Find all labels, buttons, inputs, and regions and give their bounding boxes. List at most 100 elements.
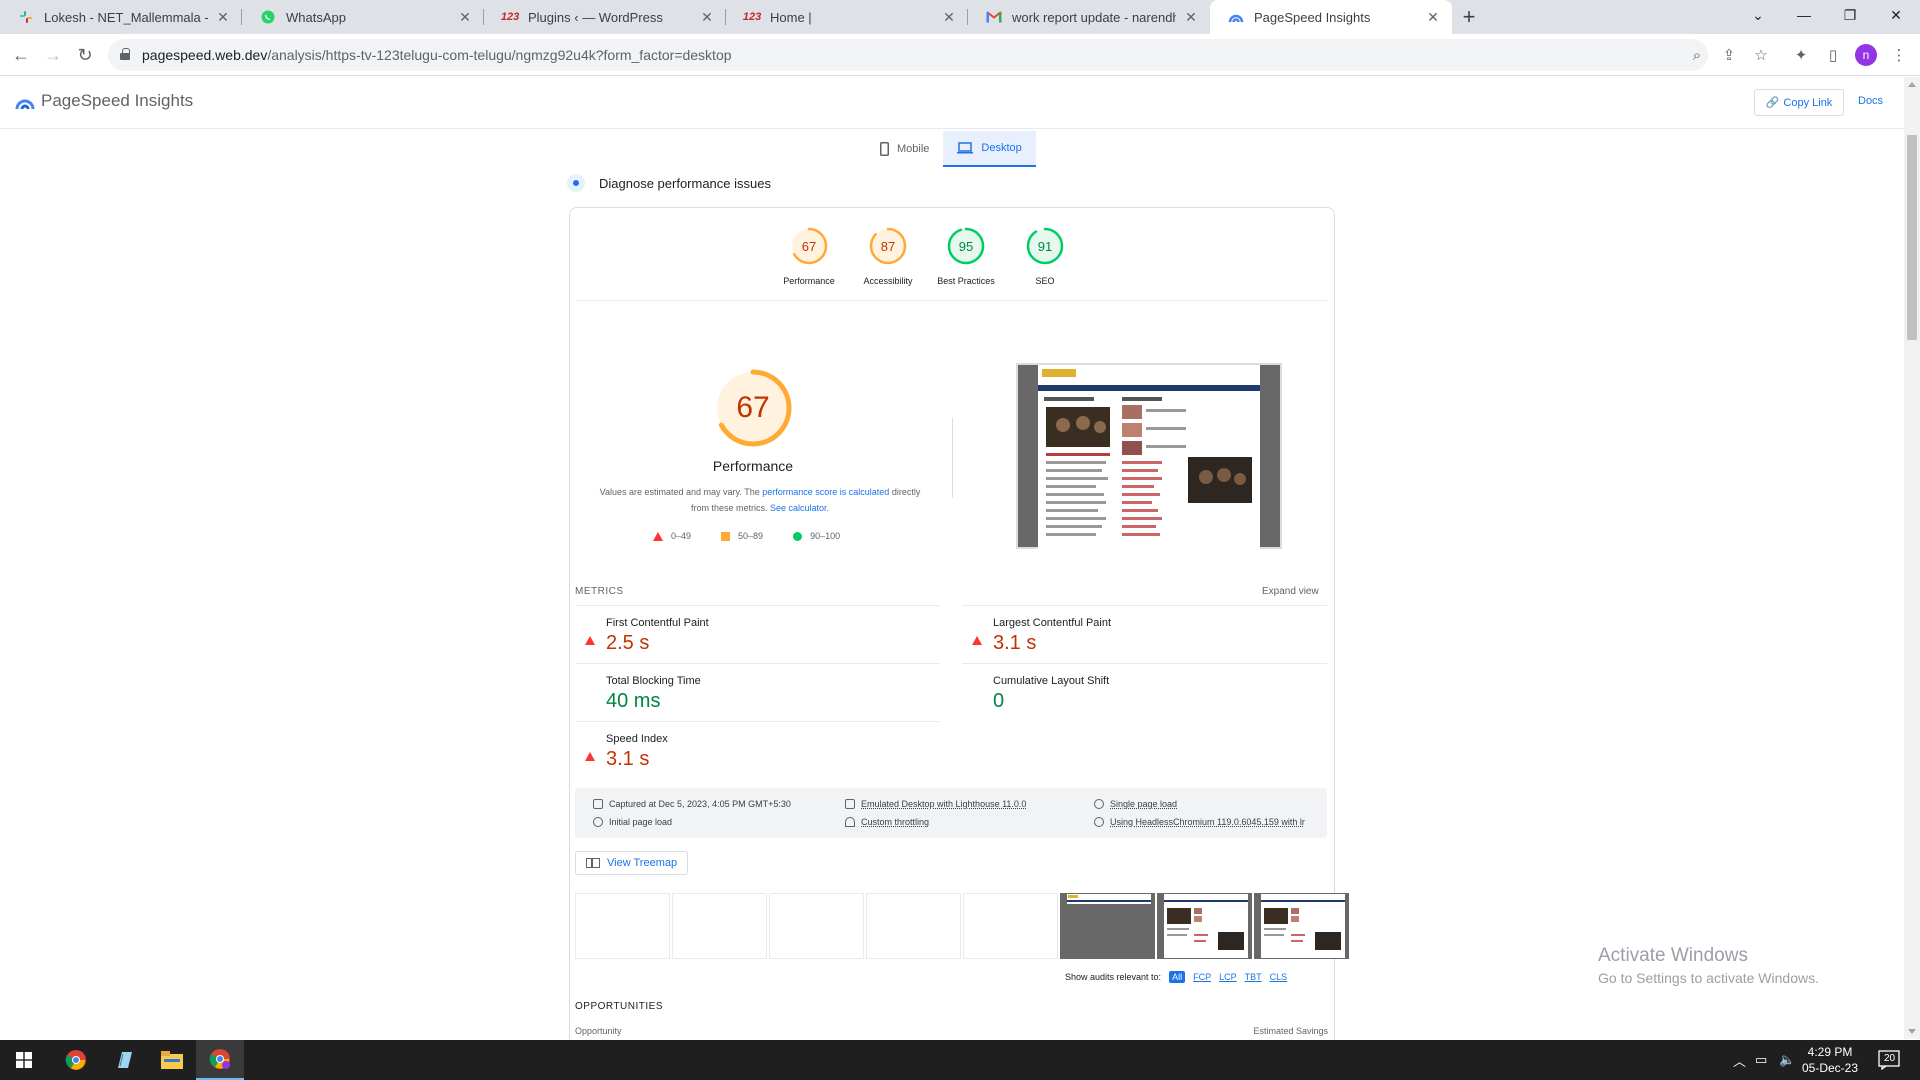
taskbar-clock[interactable]: 4:29 PM 05-Dec-23 bbox=[1800, 1044, 1860, 1076]
close-tab-icon[interactable]: ✕ bbox=[1182, 9, 1200, 26]
score-calculated-link[interactable]: performance score is calculated bbox=[762, 487, 889, 497]
browser-tab-slack[interactable]: Lokesh - NET_Mallemmala - Slac ✕ bbox=[0, 0, 242, 34]
filter-all[interactable]: All bbox=[1169, 971, 1186, 983]
throttling[interactable]: Custom throttling bbox=[845, 817, 929, 827]
tray-chevron-icon[interactable]: ︿ bbox=[1733, 1040, 1746, 1080]
activate-windows-watermark: Activate Windows Go to Settings to activ… bbox=[1598, 945, 1819, 986]
audit-filter-bar: Show audits relevant to: All FCP LCP TBT… bbox=[1065, 971, 1288, 983]
tab-desktop[interactable]: Desktop bbox=[943, 131, 1036, 167]
back-icon[interactable]: ← bbox=[6, 40, 36, 70]
filmstrip-frame bbox=[769, 893, 864, 959]
estimated-savings-column-header: Estimated Savings bbox=[1253, 1026, 1328, 1036]
device-tabs: Mobile Desktop bbox=[866, 131, 1036, 167]
bookmark-star-icon[interactable]: ☆ bbox=[1746, 40, 1776, 70]
performance-big-gauge: 67 bbox=[713, 368, 793, 448]
windows-start-icon[interactable] bbox=[0, 1040, 48, 1080]
filter-tbt[interactable]: TBT bbox=[1245, 972, 1262, 982]
page-scrollbar[interactable] bbox=[1904, 77, 1920, 1039]
forward-icon[interactable]: → bbox=[38, 40, 68, 70]
close-tab-icon[interactable]: ✕ bbox=[698, 9, 716, 26]
page-title: PageSpeed Insights bbox=[41, 91, 194, 110]
browser-tab-home[interactable]: 123 Home | ✕ bbox=[726, 0, 968, 34]
lock-icon bbox=[120, 48, 130, 60]
close-tab-icon[interactable]: ✕ bbox=[214, 9, 232, 26]
zoom-icon[interactable]: ⌕ bbox=[1682, 40, 1712, 70]
new-tab-icon[interactable]: + bbox=[1452, 0, 1486, 34]
divider bbox=[952, 418, 953, 498]
network-icon[interactable]: ▭ bbox=[1755, 1040, 1767, 1080]
site-123-icon: 123 bbox=[742, 11, 762, 23]
side-panel-icon[interactable]: ▯ bbox=[1818, 40, 1848, 70]
close-tab-icon[interactable]: ✕ bbox=[456, 9, 474, 26]
notifications-icon[interactable]: 20 bbox=[1878, 1040, 1900, 1080]
performance-label: Performance bbox=[712, 458, 794, 474]
scroll-up-icon[interactable] bbox=[1908, 82, 1916, 87]
volume-icon[interactable]: 🔈 bbox=[1779, 1040, 1795, 1080]
extensions-icon[interactable]: ✦ bbox=[1786, 40, 1816, 70]
diagnose-heading: Diagnose performance issues bbox=[567, 174, 771, 192]
psi-header: PageSpeed Insights 🔗 Copy Link Docs bbox=[0, 77, 1904, 129]
browser-tab-gmail[interactable]: work report update - narendhar ✕ bbox=[968, 0, 1210, 34]
tab-search-icon[interactable]: ⌄ bbox=[1735, 0, 1781, 30]
captured-at: Captured at Dec 5, 2023, 4:05 PM GMT+5:3… bbox=[593, 799, 791, 809]
tab-title: work report update - narendhar bbox=[1012, 9, 1176, 25]
filter-cls[interactable]: CLS bbox=[1270, 972, 1288, 982]
score-note: Values are estimated and may vary. The p… bbox=[599, 487, 921, 513]
tab-title: WhatsApp bbox=[286, 9, 346, 25]
share-icon[interactable]: ⇪ bbox=[1714, 40, 1744, 70]
notepad-taskbar-icon[interactable] bbox=[100, 1040, 148, 1080]
metric-lcp: Largest Contentful Paint 3.1 s bbox=[962, 605, 1327, 663]
chrome-taskbar-icon[interactable] bbox=[52, 1040, 100, 1080]
filter-fcp[interactable]: FCP bbox=[1193, 972, 1211, 982]
file-explorer-taskbar-icon[interactable] bbox=[148, 1040, 196, 1080]
copy-link-button[interactable]: 🔗 Copy Link bbox=[1754, 89, 1844, 116]
site-123-icon: 123 bbox=[500, 11, 520, 23]
browser-toolbar: ← → ↻ pagespeed.web.dev/analysis/https-t… bbox=[0, 34, 1920, 76]
scroll-down-icon[interactable] bbox=[1908, 1029, 1916, 1034]
fail-triangle-icon bbox=[585, 619, 595, 645]
view-treemap-button[interactable]: View Treemap bbox=[575, 851, 689, 875]
url-text: pagespeed.web.dev/analysis/https-tv-123t… bbox=[142, 47, 732, 63]
address-bar[interactable]: pagespeed.web.dev/analysis/https-tv-123t… bbox=[108, 39, 1708, 71]
run-info-panel: Captured at Dec 5, 2023, 4:05 PM GMT+5:3… bbox=[575, 788, 1327, 838]
docs-link[interactable]: Docs bbox=[1858, 95, 1883, 107]
see-calculator-link[interactable]: See calculator. bbox=[770, 503, 829, 513]
tab-mobile[interactable]: Mobile bbox=[866, 131, 943, 167]
profile-avatar[interactable]: n bbox=[1855, 44, 1877, 66]
metrics-heading: METRICS bbox=[575, 586, 624, 597]
browser-tab-strip: Lokesh - NET_Mallemmala - Slac ✕ WhatsAp… bbox=[0, 0, 1920, 34]
browser-tab-wordpress-plugins[interactable]: 123 Plugins ‹ — WordPress ✕ bbox=[484, 0, 726, 34]
scrollbar-thumb[interactable] bbox=[1907, 135, 1917, 340]
expand-view-toggle[interactable]: Expand view bbox=[1262, 586, 1319, 597]
tab-title: PageSpeed Insights bbox=[1254, 9, 1371, 25]
tab-title: Plugins ‹ — WordPress bbox=[528, 9, 663, 25]
people-icon bbox=[1094, 799, 1104, 809]
menu-kebab-icon[interactable]: ⋮ bbox=[1884, 40, 1914, 70]
filmstrip-frame bbox=[1157, 893, 1252, 959]
whatsapp-icon bbox=[260, 9, 276, 25]
filmstrip-frame bbox=[575, 893, 670, 959]
filter-lcp[interactable]: LCP bbox=[1219, 972, 1237, 982]
phone-icon bbox=[880, 142, 889, 156]
diagnose-icon bbox=[567, 174, 585, 192]
chrome-profile-taskbar-icon[interactable] bbox=[196, 1040, 244, 1080]
close-window-icon[interactable]: ✕ bbox=[1873, 0, 1919, 30]
fail-triangle-icon bbox=[972, 619, 982, 645]
single-page-load[interactable]: Single page load bbox=[1094, 799, 1177, 809]
browser-tab-whatsapp[interactable]: WhatsApp ✕ bbox=[242, 0, 484, 34]
emulated-device[interactable]: Emulated Desktop with Lighthouse 11.0.0 bbox=[845, 799, 1026, 809]
opportunities-heading: OPPORTUNITIES bbox=[575, 1001, 663, 1012]
final-screenshot bbox=[1016, 363, 1282, 551]
close-tab-icon[interactable]: ✕ bbox=[1424, 9, 1442, 26]
reload-icon[interactable]: ↻ bbox=[70, 40, 100, 70]
pass-circle-icon bbox=[793, 531, 803, 541]
slack-icon bbox=[18, 9, 34, 25]
gauge-seo[interactable]: 91 SEO bbox=[995, 226, 1095, 286]
close-tab-icon[interactable]: ✕ bbox=[940, 9, 958, 26]
browser-tab-pagespeed[interactable]: PageSpeed Insights ✕ bbox=[1210, 0, 1452, 34]
restore-icon[interactable]: ❐ bbox=[1827, 0, 1873, 30]
browser-version[interactable]: Using HeadlessChromium 119.0.6045.159 wi… bbox=[1094, 817, 1305, 827]
filmstrip bbox=[575, 893, 1349, 959]
metric-cls: Cumulative Layout Shift 0 bbox=[962, 663, 1327, 721]
minimize-icon[interactable]: — bbox=[1781, 0, 1827, 30]
